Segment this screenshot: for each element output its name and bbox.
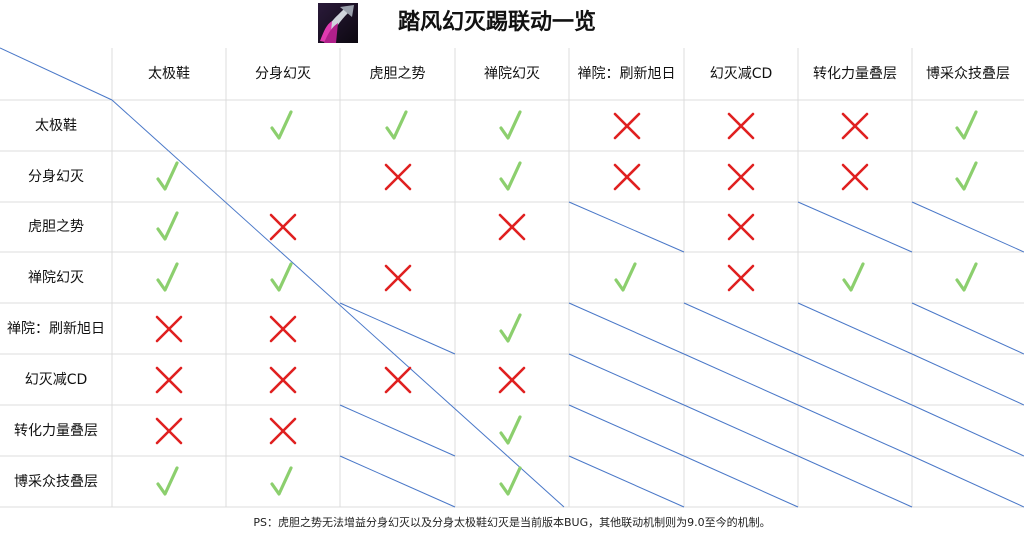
check-icon: [156, 465, 179, 496]
cell-slash-line: [339, 302, 456, 355]
check-icon: [384, 109, 408, 140]
cell-slash-line: [568, 404, 685, 457]
check-icon: [156, 261, 179, 292]
cross-icon: [727, 163, 755, 190]
row-header: 禅院幻灭: [28, 269, 84, 286]
cell-slash-line: [683, 404, 799, 457]
cell-slash-line: [797, 404, 913, 457]
column-header: 禅院：刷新旭日: [577, 66, 676, 82]
row-header: 分身幻灭: [28, 168, 84, 185]
cross-icon: [155, 417, 183, 444]
check-icon: [955, 261, 978, 292]
check-icon: [156, 160, 179, 191]
cell-slash-line: [339, 404, 456, 457]
cross-icon: [613, 163, 640, 190]
cross-icon: [841, 163, 869, 190]
footnote: PS：虎胆之势无法增益分身幻灭以及分身太极鞋幻灭是当前版本BUG，其他联动机制则…: [253, 516, 771, 529]
cell-slash-line: [797, 201, 913, 253]
cell-slash-line: [683, 353, 799, 406]
cell-slash-line: [568, 353, 685, 406]
check-icon: [613, 261, 637, 292]
column-header: 幻灭减CD: [709, 66, 773, 82]
cell-slash-line: [797, 455, 913, 508]
row-header: 幻灭减CD: [24, 371, 88, 388]
column-header: 博采众技叠层: [926, 66, 1010, 82]
check-icon: [499, 465, 522, 496]
cross-icon: [498, 366, 526, 393]
cross-icon: [727, 264, 755, 291]
check-icon: [955, 109, 978, 140]
cell-slash-line: [683, 302, 799, 355]
cross-icon: [727, 213, 755, 241]
row-header: 禅院：刷新旭日: [7, 320, 105, 337]
cross-icon: [384, 163, 411, 190]
cross-icon: [269, 417, 297, 444]
check-icon: [270, 261, 293, 292]
cross-icon: [384, 366, 411, 393]
column-header: 禅院幻灭: [484, 66, 540, 82]
cell-slash-line: [911, 404, 1024, 457]
check-icon: [499, 312, 522, 343]
cross-icon: [613, 112, 640, 139]
header-diagonal-line: [0, 47, 113, 101]
cross-icon: [269, 366, 297, 393]
cross-icon: [269, 315, 297, 342]
check-icon: [499, 109, 522, 140]
cell-slash-line: [568, 201, 685, 253]
cell-slash-line: [568, 455, 685, 508]
cross-icon: [727, 112, 755, 139]
cell-slash-line: [911, 201, 1024, 253]
check-icon: [499, 414, 522, 445]
cell-slash-line: [911, 455, 1024, 508]
cell-slash-line: [797, 353, 913, 406]
check-icon: [955, 160, 978, 191]
cell-slash-line: [911, 353, 1024, 406]
check-icon: [270, 109, 293, 140]
cell-slash-line: [683, 455, 799, 508]
column-header: 转化力量叠层: [813, 66, 897, 82]
cell-slash-line: [568, 302, 685, 355]
column-header: 太极鞋: [148, 66, 190, 82]
check-icon: [842, 261, 865, 292]
cross-icon: [384, 264, 411, 291]
row-header: 博采众技叠层: [14, 473, 98, 490]
cross-icon: [155, 366, 183, 393]
row-header: 转化力量叠层: [14, 422, 98, 439]
check-icon: [270, 465, 293, 496]
check-icon: [156, 211, 179, 241]
cross-icon: [841, 112, 869, 139]
row-header: 虎胆之势: [28, 219, 84, 235]
cell-slash-line: [339, 455, 456, 508]
cross-icon: [498, 213, 526, 241]
row-header: 太极鞋: [35, 117, 77, 134]
check-icon: [499, 160, 522, 191]
column-header: 分身幻灭: [255, 66, 311, 82]
cross-icon: [155, 315, 183, 342]
cross-icon: [269, 213, 297, 241]
column-header: 虎胆之势: [369, 66, 426, 82]
cell-slash-line: [911, 302, 1024, 355]
cell-slash-line: [797, 302, 913, 355]
